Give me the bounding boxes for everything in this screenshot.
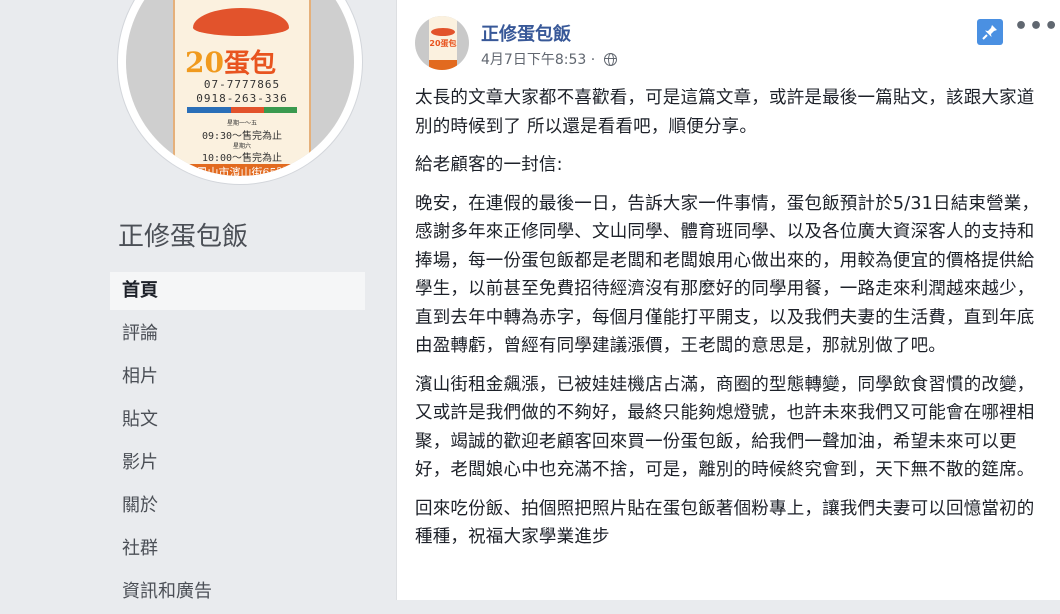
post-paragraph: 濱山街租金飆漲，已被娃娃機店占滿，商圈的型態轉變，同學飲食習慣的改變，又或許是我… (415, 374, 1035, 481)
nav-item-posts[interactable]: 貼文 (110, 399, 365, 442)
poster-brand-text: 蛋包 (223, 49, 276, 79)
poster-brand-number: 20 (185, 46, 224, 79)
post-author-avatar[interactable]: 20蛋包 (415, 16, 469, 70)
post-meta: 4月7日下午8:53 · (481, 49, 617, 69)
page-nav: 首頁 評論 相片 貼文 影片 關於 社群 資訊和廣告 (110, 272, 365, 614)
nav-item-videos[interactable]: 影片 (110, 442, 365, 485)
avatar-brand-text: 20蛋包 (429, 39, 457, 48)
post-author-name[interactable]: 正修蛋包飯 (481, 20, 571, 46)
poster-color-bar (187, 107, 297, 113)
profile-photo: 20蛋包 07-7777865 0918-263-336 星期一～五 09:30… (126, 0, 354, 176)
globe-icon[interactable] (603, 53, 617, 66)
post-paragraph: 太長的文章大家都不喜歡看，可是這篇文章，或許是最後一篇貼文，該跟大家道別的時候到… (415, 88, 1035, 137)
nav-item-community[interactable]: 社群 (110, 528, 365, 571)
nav-item-reviews[interactable]: 評論 (110, 313, 365, 356)
poster-hours-2: 10:00～售完為止 (201, 153, 283, 164)
poster-hours-1: 09:30～售完為止 (201, 131, 283, 142)
meta-separator: · (590, 52, 596, 68)
page-title[interactable]: 正修蛋包飯 (118, 216, 248, 253)
nav-item-home[interactable]: 首頁 (110, 272, 365, 310)
post-card: 20蛋包 正修蛋包飯 4月7日下午8:53 · ••• 太長的文章大家都不喜歡看… (396, 0, 1060, 600)
page-sidebar: 20蛋包 07-7777865 0918-263-336 星期一～五 09:30… (0, 0, 380, 602)
avatar-address-strip (429, 60, 457, 70)
poster-address-box: 鳳山市濱山街65號 (181, 164, 303, 176)
flame-logo (193, 8, 289, 36)
poster-brand: 20蛋包 (185, 43, 299, 80)
page-profile-picture[interactable]: 20蛋包 07-7777865 0918-263-336 星期一～五 09:30… (118, 0, 362, 184)
nav-item-info-and-ads[interactable]: 資訊和廣告 (110, 571, 365, 614)
post-paragraph: 給老顧客的一封信: (415, 155, 563, 175)
more-options-icon[interactable]: ••• (1014, 14, 1059, 39)
poster-phone-2: 0918-263-336 (196, 92, 288, 105)
post-body: 太長的文章大家都不喜歡看，可是這篇文章，或許是最後一篇貼文，該跟大家道別的時候到… (415, 84, 1040, 562)
poster-days-1: 星期一～五 (226, 120, 257, 127)
post-paragraph: 晚安，在連假的最後一日，告訴大家一件事情，蛋包飯預計於5/31日結束營業，感謝多… (415, 193, 1040, 357)
post-timestamp[interactable]: 4月7日下午8:53 (481, 52, 586, 68)
avatar-flame (431, 28, 455, 36)
nav-item-about[interactable]: 關於 (110, 485, 365, 528)
menu-poster-image: 20蛋包 07-7777865 0918-263-336 星期一～五 09:30… (173, 0, 311, 176)
nav-item-photos[interactable]: 相片 (110, 356, 365, 399)
post-paragraph: 回來吃份飯、拍個照把照片貼在蛋包飯著個粉專上，讓我們夫妻可以回憶當初的種種，祝福… (415, 498, 1035, 548)
poster-address: 鳳山市濱山街65號 (196, 166, 288, 176)
pin-icon[interactable] (977, 19, 1003, 45)
poster-phone-1: 07-7777865 (203, 78, 281, 91)
